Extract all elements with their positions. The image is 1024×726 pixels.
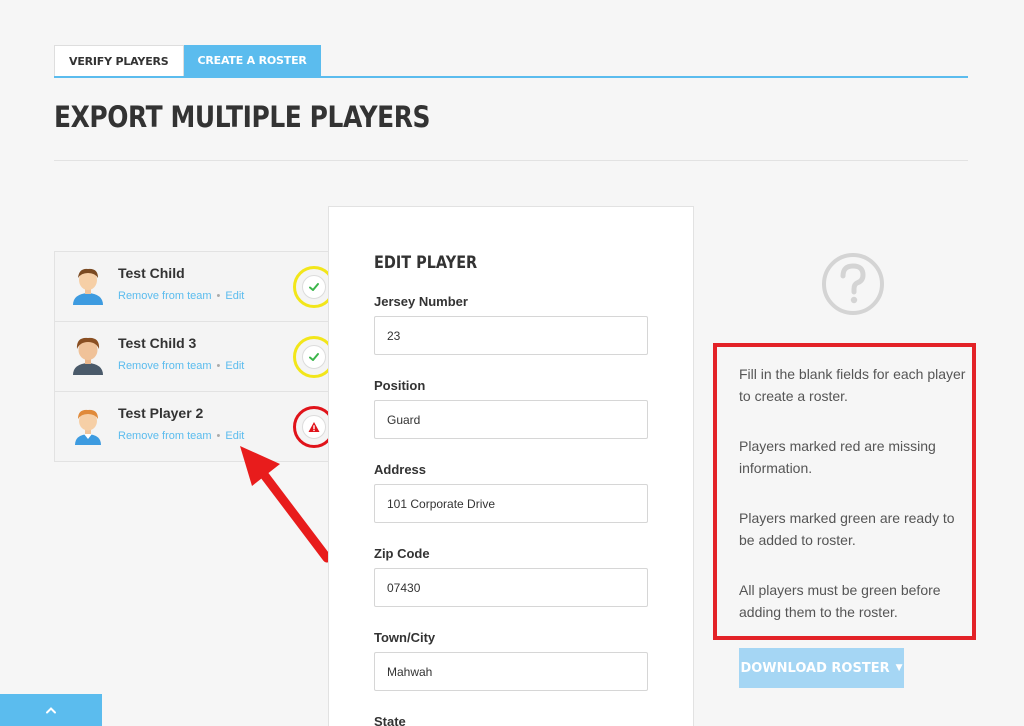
instruction-text: Players marked red are missing informati… <box>739 438 936 476</box>
position-label: Position <box>374 378 426 393</box>
jersey-number-label: Jersey Number <box>374 294 468 309</box>
player-row: Test Child Remove from team • Edit <box>55 252 335 322</box>
edit-player-panel: EDIT PLAYER Jersey Number Position Addre… <box>328 206 694 726</box>
player-actions: Remove from team • Edit <box>118 360 244 372</box>
remove-from-team-link[interactable]: Remove from team <box>118 430 212 442</box>
avatar <box>73 337 103 375</box>
edit-player-title: EDIT PLAYER <box>374 253 478 273</box>
zip-code-label: Zip Code <box>374 546 430 561</box>
warning-icon <box>302 415 326 439</box>
download-roster-button[interactable]: DOWNLOAD ROSTER ▼ <box>739 648 904 688</box>
player-actions: Remove from team • Edit <box>118 290 244 302</box>
tab-create-roster[interactable]: CREATE A ROSTER <box>183 45 321 77</box>
town-city-field[interactable] <box>374 652 648 691</box>
instruction-text: Players marked green are ready to be add… <box>739 510 955 548</box>
tab-underline <box>54 76 968 78</box>
avatar <box>75 409 101 445</box>
check-icon <box>302 345 326 369</box>
instruction-text: All players must be green before adding … <box>739 582 941 620</box>
chevron-up-icon <box>46 707 56 714</box>
title-divider <box>54 160 968 161</box>
player-row: Test Child 3 Remove from team • Edit <box>55 322 335 392</box>
address-field[interactable] <box>374 484 648 523</box>
tab-bar: VERIFY PLAYERS CREATE A ROSTER <box>54 45 321 77</box>
separator-dot: • <box>216 290 221 302</box>
roster-instructions: Fill in the blank fields for each player… <box>713 343 976 640</box>
caret-down-icon: ▼ <box>895 663 903 673</box>
remove-from-team-link[interactable]: Remove from team <box>118 360 212 372</box>
state-label: State <box>374 714 406 726</box>
player-name: Test Child <box>118 265 185 281</box>
zip-code-field[interactable] <box>374 568 648 607</box>
player-actions: Remove from team • Edit <box>118 430 244 442</box>
separator-dot: • <box>216 430 221 442</box>
edit-link[interactable]: Edit <box>225 360 244 372</box>
address-label: Address <box>374 462 427 477</box>
instruction-text: Fill in the blank fields for each player… <box>739 366 966 404</box>
page-title: EXPORT MULTIPLE PLAYERS <box>54 100 431 134</box>
position-field[interactable] <box>374 400 648 439</box>
separator-dot: • <box>216 360 221 372</box>
bottom-drawer-toggle[interactable] <box>0 694 102 726</box>
tab-verify-players[interactable]: VERIFY PLAYERS <box>54 45 184 77</box>
annotation-arrow-icon <box>240 446 332 563</box>
remove-from-team-link[interactable]: Remove from team <box>118 290 212 302</box>
town-city-label: Town/City <box>374 630 436 645</box>
player-name: Test Child 3 <box>118 335 197 351</box>
player-name: Test Player 2 <box>118 405 204 421</box>
check-icon <box>302 275 326 299</box>
avatar <box>73 268 103 305</box>
edit-link[interactable]: Edit <box>225 290 244 302</box>
download-roster-label: DOWNLOAD ROSTER <box>740 660 890 676</box>
jersey-number-field[interactable] <box>374 316 648 355</box>
player-list: Test Child Remove from team • Edit Test Ch… <box>54 251 335 462</box>
question-circle-icon <box>822 253 884 315</box>
